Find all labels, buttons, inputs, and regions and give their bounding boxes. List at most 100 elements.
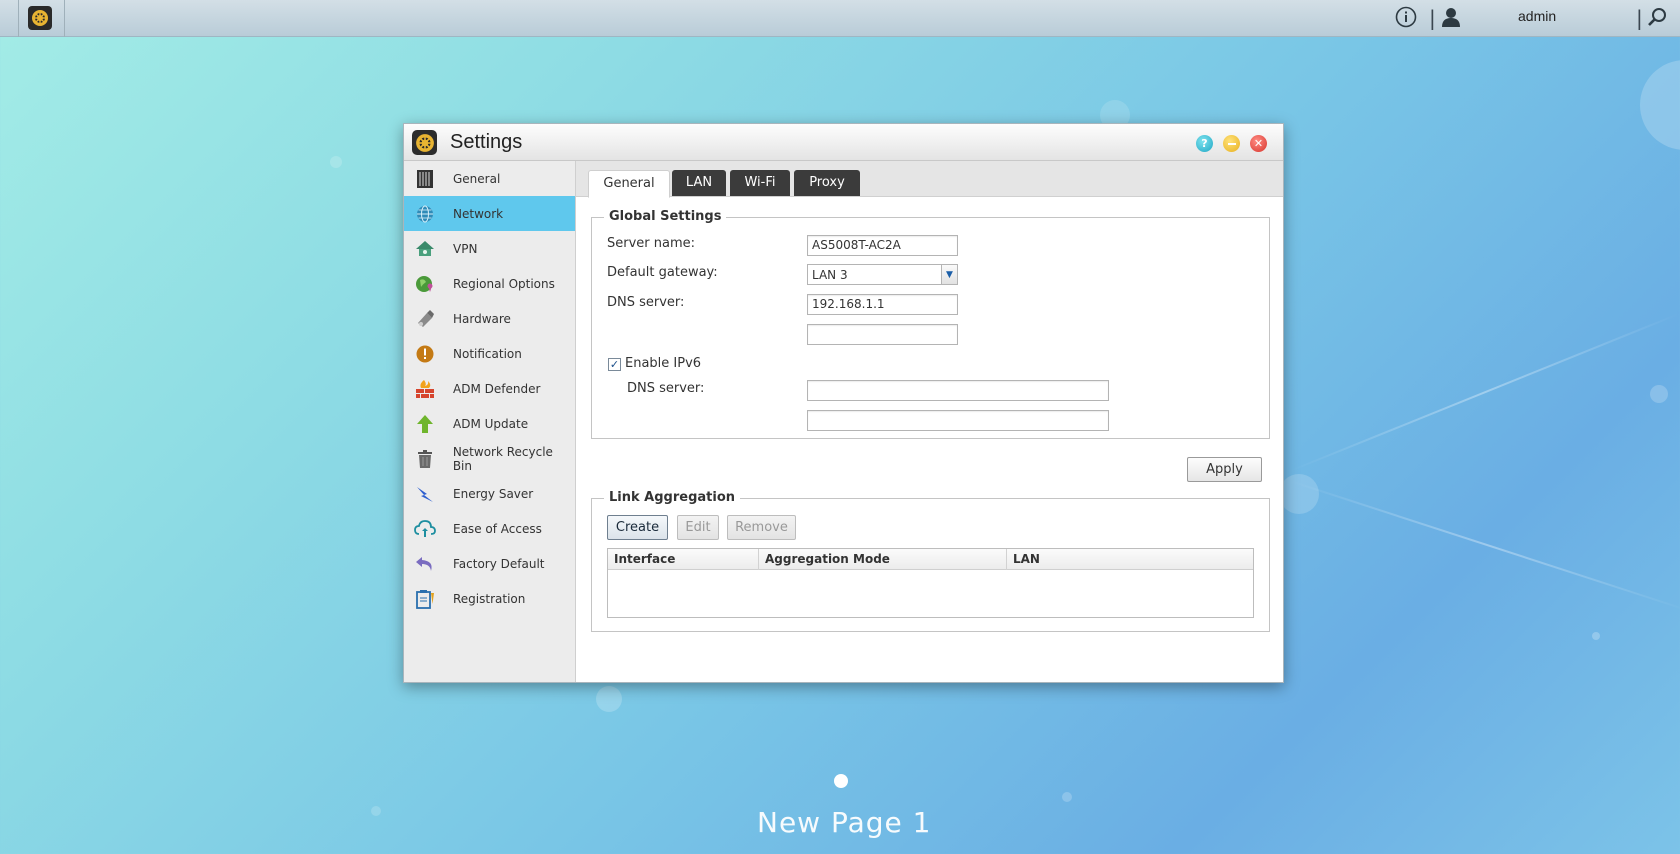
server-name-field[interactable]: AS5008T-AC2A bbox=[807, 235, 958, 256]
trash-icon bbox=[413, 447, 437, 471]
background-ray bbox=[1289, 312, 1680, 472]
sidebar-item-adm-defender[interactable]: ADM Defender bbox=[404, 371, 575, 406]
background-bokeh bbox=[1062, 792, 1072, 802]
username-label[interactable]: admin bbox=[1518, 8, 1556, 24]
energy-icon bbox=[413, 482, 437, 506]
sidebar-item-regional-options[interactable]: Regional Options bbox=[404, 266, 575, 301]
sidebar-item-ease-of-access[interactable]: Ease of Access bbox=[404, 511, 575, 546]
help-icon: ? bbox=[1201, 137, 1208, 150]
sidebar-item-label: Factory Default bbox=[453, 556, 545, 571]
hardware-icon bbox=[413, 307, 437, 331]
server-icon bbox=[413, 167, 437, 191]
sidebar-item-energy-saver[interactable]: Energy Saver bbox=[404, 476, 575, 511]
tab-bar: General LAN Wi-Fi Proxy bbox=[576, 161, 1283, 198]
sidebar-item-label: VPN bbox=[453, 241, 478, 256]
settings-sidebar: General Network VPN Regional Options Har… bbox=[404, 161, 576, 682]
sidebar-item-adm-update[interactable]: ADM Update bbox=[404, 406, 575, 441]
column-header-aggregation-mode[interactable]: Aggregation Mode bbox=[759, 549, 1007, 570]
create-button[interactable]: Create bbox=[607, 515, 668, 540]
sidebar-item-label: Regional Options bbox=[453, 276, 555, 291]
apply-button[interactable]: Apply bbox=[1187, 457, 1262, 482]
sidebar-item-network[interactable]: Network bbox=[404, 196, 575, 231]
background-ray bbox=[1289, 480, 1680, 612]
enable-ipv6-label[interactable]: Enable IPv6 bbox=[625, 356, 701, 371]
column-header-interface[interactable]: Interface bbox=[608, 549, 759, 570]
taskbar-separator bbox=[18, 0, 19, 37]
remove-button[interactable]: Remove bbox=[727, 515, 796, 540]
background-bokeh bbox=[596, 686, 622, 712]
regional-icon bbox=[413, 272, 437, 296]
dns-server-label: DNS server: bbox=[607, 295, 685, 310]
dns-secondary-field[interactable] bbox=[807, 324, 958, 345]
settings-window: Settings ? ✕ General Network VPN Regiona… bbox=[403, 123, 1284, 683]
settings-app-icon bbox=[412, 130, 437, 155]
tab-proxy[interactable]: Proxy bbox=[794, 170, 860, 196]
enable-ipv6-checkbox[interactable]: ✓ bbox=[608, 358, 621, 371]
background-bokeh bbox=[1640, 60, 1680, 150]
sidebar-item-label: Network bbox=[453, 206, 504, 221]
registration-icon bbox=[413, 587, 437, 611]
minimize-button[interactable] bbox=[1223, 135, 1240, 152]
sidebar-item-label: Hardware bbox=[453, 311, 511, 326]
window-title: Settings bbox=[450, 131, 523, 153]
window-titlebar[interactable]: Settings ? ✕ bbox=[404, 124, 1283, 161]
settings-content: General LAN Wi-Fi Proxy Global Settings … bbox=[576, 161, 1283, 682]
sidebar-item-label: Registration bbox=[453, 591, 526, 606]
close-button[interactable]: ✕ bbox=[1250, 135, 1267, 152]
help-button[interactable]: ? bbox=[1196, 135, 1213, 152]
background-bokeh bbox=[1592, 632, 1600, 640]
taskbar-separator bbox=[64, 0, 65, 37]
sidebar-item-general[interactable]: General bbox=[404, 161, 575, 196]
sidebar-item-notification[interactable]: Notification bbox=[404, 336, 575, 371]
sidebar-item-factory-default[interactable]: Factory Default bbox=[404, 546, 575, 581]
tab-lan[interactable]: LAN bbox=[672, 170, 726, 196]
sidebar-item-vpn[interactable]: VPN bbox=[404, 231, 575, 266]
search-icon[interactable] bbox=[1646, 6, 1668, 33]
firewall-icon bbox=[413, 377, 437, 401]
link-aggregation-table: Interface Aggregation Mode LAN bbox=[607, 548, 1254, 618]
default-gateway-label: Default gateway: bbox=[607, 265, 718, 280]
sidebar-item-label: ADM Update bbox=[453, 416, 529, 431]
sidebar-item-network-recycle-bin[interactable]: Network Recycle Bin bbox=[404, 441, 575, 476]
desktop-page-label: New Page 1 bbox=[757, 806, 932, 839]
sidebar-item-label: Ease of Access bbox=[453, 521, 542, 536]
background-bokeh bbox=[1279, 474, 1319, 514]
background-bokeh bbox=[371, 806, 381, 816]
column-header-lan[interactable]: LAN bbox=[1007, 549, 1253, 570]
notification-icon bbox=[413, 342, 437, 366]
globe-icon bbox=[413, 202, 437, 226]
global-settings-group: Global Settings Server name: AS5008T-AC2… bbox=[591, 209, 1270, 439]
info-icon[interactable] bbox=[1395, 6, 1417, 33]
minimize-icon bbox=[1227, 142, 1236, 145]
cloud-icon bbox=[413, 517, 437, 541]
home-icon bbox=[32, 10, 48, 26]
sidebar-item-label: General bbox=[453, 171, 501, 186]
home-button[interactable] bbox=[28, 6, 52, 30]
link-aggregation-group: Link Aggregation Create Edit Remove Inte… bbox=[591, 490, 1270, 632]
ipv6-dns-server-label: DNS server: bbox=[627, 381, 705, 396]
dns-primary-field[interactable]: 192.168.1.1 bbox=[807, 294, 958, 315]
close-icon: ✕ bbox=[1253, 137, 1264, 150]
table-header: Interface Aggregation Mode LAN bbox=[608, 549, 1253, 570]
chevron-down-icon[interactable]: ▼ bbox=[941, 265, 957, 284]
ipv6-dns-primary-field[interactable] bbox=[807, 380, 1109, 401]
sidebar-item-label: Network Recycle Bin bbox=[452, 444, 553, 473]
vpn-icon bbox=[413, 237, 437, 261]
edit-button[interactable]: Edit bbox=[677, 515, 719, 540]
background-bokeh bbox=[330, 156, 342, 168]
sidebar-item-label: ADM Defender bbox=[453, 381, 541, 396]
ipv6-dns-secondary-field[interactable] bbox=[807, 410, 1109, 431]
tab-wifi[interactable]: Wi-Fi bbox=[730, 170, 790, 196]
page-indicator-dot[interactable] bbox=[834, 774, 848, 788]
user-icon[interactable] bbox=[1440, 6, 1462, 33]
global-settings-legend: Global Settings bbox=[604, 209, 727, 224]
taskbar-divider: | bbox=[1636, 6, 1643, 30]
sidebar-item-hardware[interactable]: Hardware bbox=[404, 301, 575, 336]
reset-icon bbox=[413, 552, 437, 576]
background-bokeh bbox=[1650, 385, 1668, 403]
server-name-label: Server name: bbox=[607, 236, 696, 251]
default-gateway-select[interactable]: LAN 3 ▼ bbox=[807, 264, 958, 285]
tab-general[interactable]: General bbox=[588, 170, 670, 198]
taskbar: | admin | bbox=[0, 0, 1680, 37]
sidebar-item-registration[interactable]: Registration bbox=[404, 581, 575, 616]
